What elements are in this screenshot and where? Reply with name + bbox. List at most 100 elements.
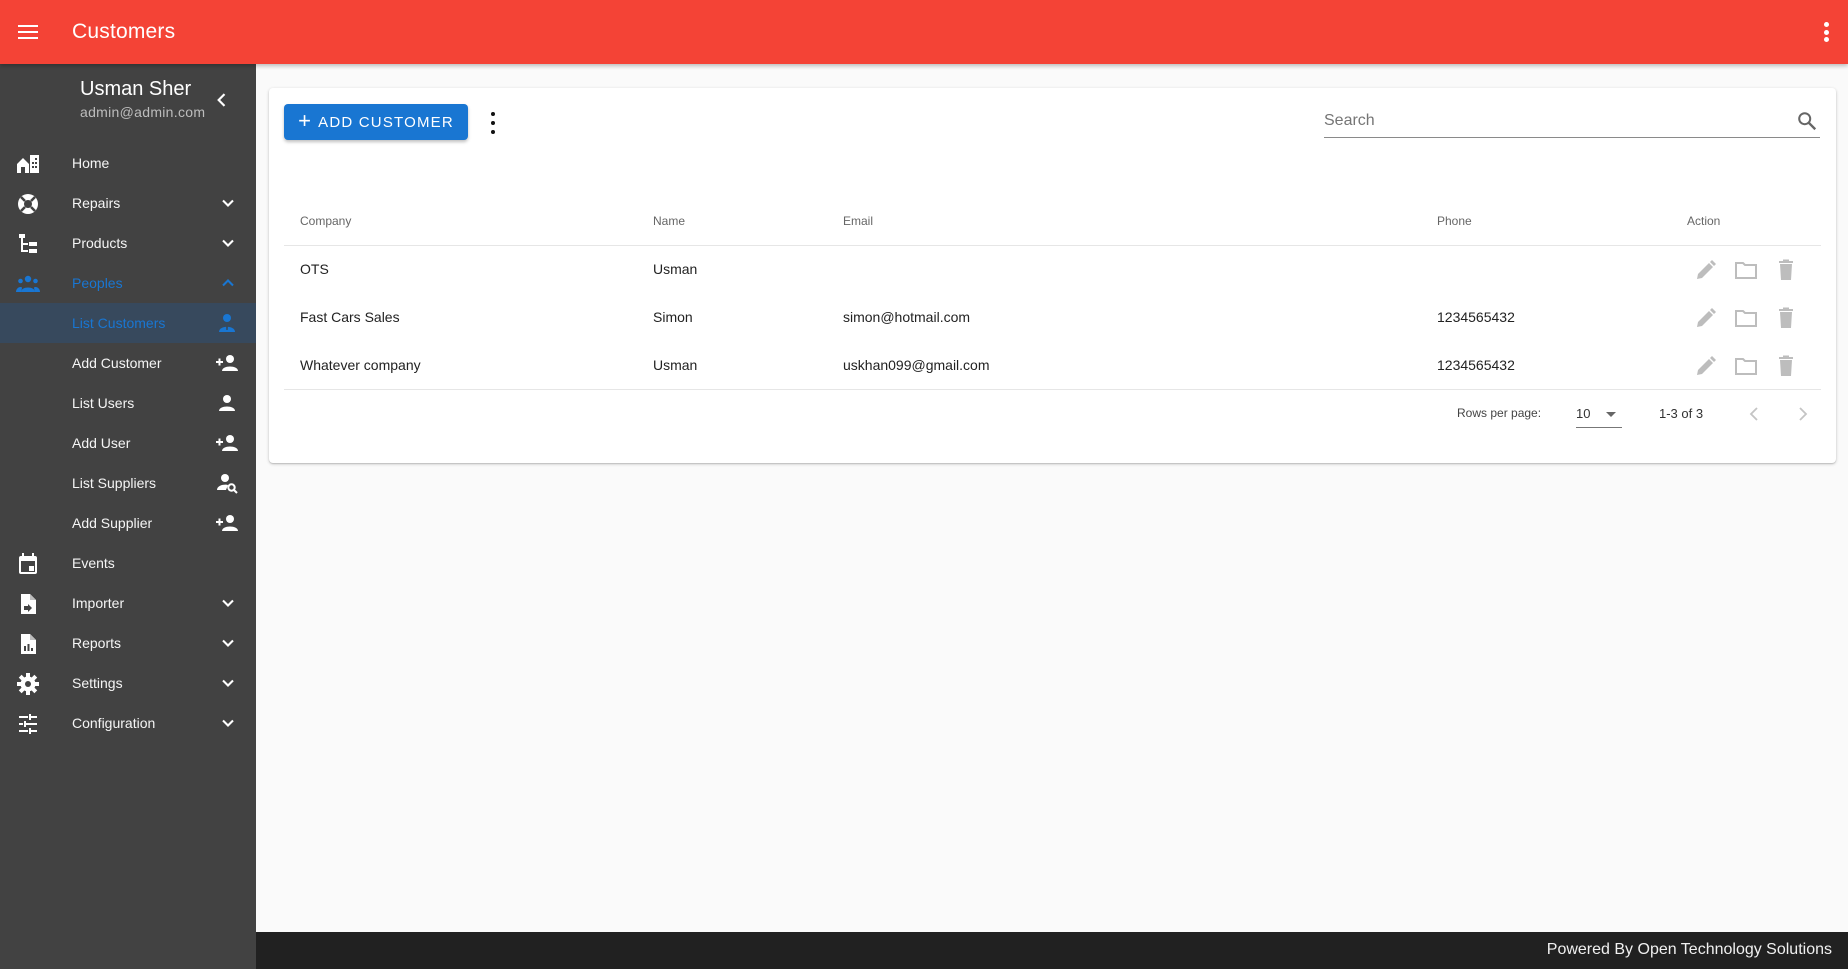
footer-text: Powered By Open Technology Solutions [1546,941,1832,958]
cell-company: Whatever company [300,357,421,373]
dot [1823,37,1829,42]
sidebar-item-configuration[interactable]: Configuration [0,703,256,743]
sidebar-item-label: Home [72,155,110,171]
search-icon[interactable] [1796,110,1818,132]
edit-icon[interactable] [1694,354,1718,378]
hamburger-menu-icon [18,25,38,39]
sidebar-item-label: List Customers [72,315,166,331]
sidebar-item-list-customers[interactable]: List Customers [0,303,256,343]
sidebar-item-label: Importer [72,595,125,611]
people-icon [16,275,40,292]
menu-button[interactable] [0,0,56,64]
app-more-button[interactable] [1818,20,1834,44]
folder-icon[interactable] [1734,354,1758,378]
cell-phone: 1234565432 [1437,309,1515,325]
pagination-range: 1-3 of 3 [1659,406,1704,421]
sidebar-item-settings[interactable]: Settings [0,663,256,703]
sidebar-item-add-supplier[interactable]: Add Supplier [0,503,256,543]
cell-name: Usman [653,261,698,277]
person-icon [219,395,235,411]
file-tree-icon [19,234,37,253]
edit-icon[interactable] [1694,306,1718,330]
table-row: OTS Usman [284,246,1821,294]
search-input[interactable] [1324,106,1784,136]
more-vertical-icon [1823,22,1829,27]
folder-icon[interactable] [1734,258,1758,282]
sidebar-item-label: Configuration [72,715,156,731]
page-title: Customers [72,20,176,43]
delete-icon[interactable] [1774,354,1798,378]
sidebar: Usman Sher admin@admin.com Home Repairs … [0,64,256,969]
user-email: admin@admin.com [80,104,206,120]
sidebar-item-events[interactable]: Events [0,543,256,583]
sidebar-item-label: Products [72,235,128,251]
person-add-icon [216,435,238,451]
folder-icon[interactable] [1734,306,1758,330]
app-bar: Customers [0,0,1848,64]
file-chart-icon [21,634,36,654]
sidebar-item-label: Repairs [72,195,121,211]
column-header-name[interactable]: Name [653,214,685,228]
row-actions [1694,258,1798,282]
delete-icon[interactable] [1774,306,1798,330]
chevron-down-icon [222,239,234,247]
sidebar-item-label: List Users [72,395,135,411]
sidebar-item-label: Events [72,555,115,571]
sidebar-item-label: List Suppliers [72,475,157,491]
sidebar-item-label: Peoples [72,275,123,291]
sidebar-item-reports[interactable]: Reports [0,623,256,663]
person-search-icon [217,474,238,494]
person-tie-icon [219,314,235,332]
rows-per-page-value: 10 [1576,406,1591,421]
dot [1823,29,1829,35]
person-add-icon [216,355,238,371]
home-city-icon [17,155,39,173]
edit-icon[interactable] [1694,258,1718,282]
customers-table: Company Name Email Phone Action OTS Usma… [284,196,1821,390]
sidebar-item-peoples[interactable]: Peoples [0,263,256,303]
sidebar-item-products[interactable]: Products [0,223,256,263]
rows-per-page-select[interactable]: 10 [1576,400,1622,428]
row-actions [1694,306,1798,330]
sidebar-item-label: Add Supplier [72,515,153,531]
sidebar-item-home[interactable]: Home [0,143,256,183]
dot [491,130,495,134]
sidebar-item-label: Settings [72,675,123,691]
sidebar-item-repairs[interactable]: Repairs [0,183,256,223]
file-import-icon [21,594,36,614]
table-more-button[interactable] [487,112,499,134]
sidebar-item-add-customer[interactable]: Add Customer [0,343,256,383]
user-name: Usman Sher [80,78,192,100]
pagination: Rows per page: 10 1-3 of 3 [269,396,1836,436]
column-header-phone[interactable]: Phone [1437,214,1472,228]
chevron-up-icon [222,279,234,287]
sidebar-item-list-suppliers[interactable]: List Suppliers [0,463,256,503]
gear-icon [17,673,39,695]
sidebar-item-add-user[interactable]: Add User [0,423,256,463]
chevron-left-icon[interactable] [212,90,232,110]
rows-per-page-label: Rows per page: [1457,406,1542,420]
table-header: Company Name Email Phone Action [284,196,1821,246]
dropdown-arrow-icon [1606,412,1616,417]
add-customer-button[interactable]: + ADD CUSTOMER [284,104,468,140]
sidebar-item-list-users[interactable]: List Users [0,383,256,423]
cell-company: Fast Cars Sales [300,309,400,325]
delete-icon[interactable] [1774,258,1798,282]
table-row: Whatever company Usman uskhan099@gmail.c… [284,342,1821,390]
chevron-left-icon[interactable] [1742,402,1766,426]
chevron-down-icon [222,719,234,727]
cell-company: OTS [300,261,329,277]
search-field [1324,106,1820,138]
column-header-email[interactable]: Email [843,214,873,228]
dot [491,121,495,125]
chevron-down-icon [222,199,234,207]
more-vertical-icon [491,112,495,116]
cell-name: Simon [653,309,693,325]
customers-card: + ADD CUSTOMER Company Name Email Phone … [269,88,1836,463]
sidebar-item-importer[interactable]: Importer [0,583,256,623]
plus-icon: + [298,108,313,133]
chevron-right-icon[interactable] [1791,402,1815,426]
cell-email: simon@hotmail.com [843,309,971,325]
column-header-company[interactable]: Company [300,214,351,228]
cell-name: Usman [653,357,698,373]
